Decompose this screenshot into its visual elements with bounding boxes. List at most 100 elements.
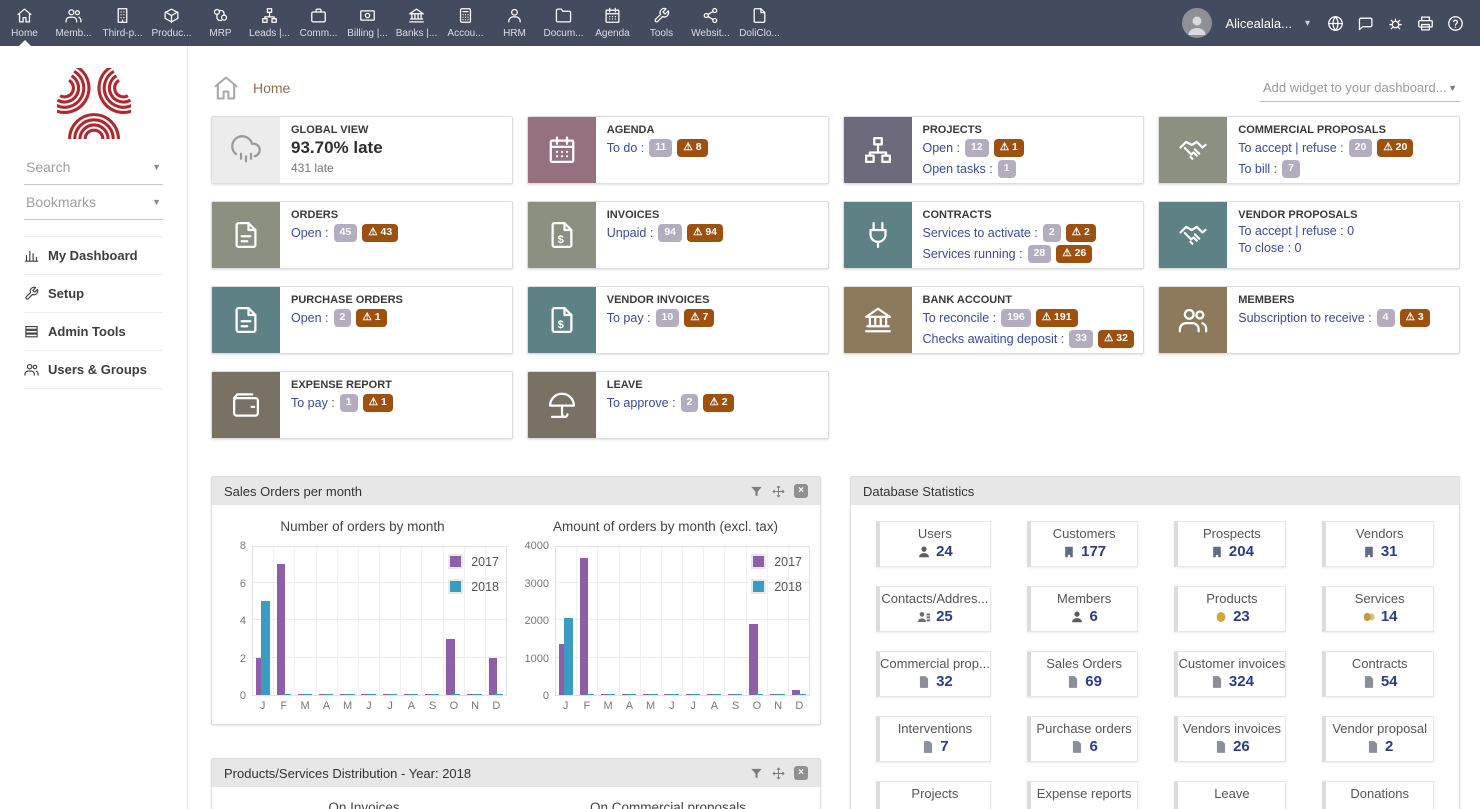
top-menu-hrm[interactable]: HRM xyxy=(490,0,539,46)
late-badge[interactable]: ⚠ 3 xyxy=(1400,309,1430,327)
bookmarks-select[interactable]: Bookmarks ▼ xyxy=(24,185,163,220)
stat-card-purchase-orders[interactable]: Purchase orders6 xyxy=(1027,716,1139,762)
widget-agenda[interactable]: AGENDATo do :11⚠ 8 xyxy=(527,116,829,184)
stat-card-projects[interactable]: Projects xyxy=(876,781,991,809)
late-badge[interactable]: ⚠ 26 xyxy=(1056,245,1092,263)
widget-stat-line[interactable]: Open :12⚠ 1 xyxy=(923,139,1133,157)
late-badge[interactable]: ⚠ 43 xyxy=(362,224,398,242)
help-icon[interactable] xyxy=(1447,15,1464,32)
top-menu-produc[interactable]: Produc... xyxy=(147,0,196,46)
stat-card-vendors[interactable]: Vendors31 xyxy=(1322,521,1434,567)
chevron-down-icon[interactable]: ▾ xyxy=(1305,18,1310,29)
widget-stat-line[interactable]: To close : 0 xyxy=(1238,241,1448,255)
top-menu-billing[interactable]: Billing |... xyxy=(343,0,392,46)
search-select[interactable]: Search ▼ xyxy=(24,150,163,185)
widget-stat-line[interactable]: To bill :7 xyxy=(1238,160,1448,178)
widget-stat-line[interactable]: Subscription to receive :4⚠ 3 xyxy=(1238,309,1448,327)
home-icon[interactable] xyxy=(211,74,241,102)
late-badge[interactable]: ⚠ 94 xyxy=(687,224,723,242)
top-menu-home[interactable]: Home xyxy=(0,0,49,46)
widget-expense-report[interactable]: EXPENSE REPORTTo pay :1⚠ 1 xyxy=(211,371,513,439)
sidebar-item-my-dashboard[interactable]: My Dashboard xyxy=(24,236,163,275)
late-badge[interactable]: ⚠ 32 xyxy=(1098,330,1134,348)
breadcrumb-label[interactable]: Home xyxy=(253,80,290,96)
count-badge[interactable]: 12 xyxy=(965,139,989,157)
top-menu-mrp[interactable]: MRP xyxy=(196,0,245,46)
widget-stat-line[interactable]: To do :11⚠ 8 xyxy=(607,139,817,157)
printer-icon[interactable] xyxy=(1417,15,1434,32)
count-badge[interactable]: 4 xyxy=(1377,309,1395,327)
filter-icon[interactable] xyxy=(750,767,763,780)
top-menu-comm[interactable]: Comm... xyxy=(294,0,343,46)
count-badge[interactable]: 94 xyxy=(658,224,682,242)
widget-stat-line[interactable]: Open :2⚠ 1 xyxy=(291,309,501,327)
widget-leave[interactable]: LEAVETo approve :2⚠ 2 xyxy=(527,371,829,439)
late-badge[interactable]: ⚠ 1 xyxy=(356,309,386,327)
widget-stat-line[interactable]: Open tasks :1 xyxy=(923,160,1133,178)
bug-icon[interactable] xyxy=(1387,15,1404,32)
widget-vendor-invoices[interactable]: $VENDOR INVOICESTo pay :10⚠ 7 xyxy=(527,286,829,354)
top-menu-accou[interactable]: Accou... xyxy=(441,0,490,46)
widget-stat-line[interactable]: To pay :1⚠ 1 xyxy=(291,394,501,412)
late-badge[interactable]: ⚠ 7 xyxy=(684,309,714,327)
widget-stat-line[interactable]: To approve :2⚠ 2 xyxy=(607,394,817,412)
late-badge[interactable]: ⚠ 2 xyxy=(703,394,733,412)
stat-card-sales-orders[interactable]: Sales Orders69 xyxy=(1027,651,1139,697)
count-badge[interactable]: 7 xyxy=(1282,160,1300,178)
widget-members[interactable]: MEMBERSSubscription to receive :4⚠ 3 xyxy=(1158,286,1460,354)
count-badge[interactable]: 1 xyxy=(998,160,1016,178)
stat-card-leave[interactable]: Leave xyxy=(1174,781,1286,809)
move-icon[interactable] xyxy=(772,767,785,780)
late-badge[interactable]: ⚠ 191 xyxy=(1036,309,1078,327)
stat-card-interventions[interactable]: Interventions7 xyxy=(876,716,991,762)
count-badge[interactable]: 196 xyxy=(1001,309,1031,327)
top-menu-docum[interactable]: Docum... xyxy=(539,0,588,46)
stat-card-donations[interactable]: Donations xyxy=(1322,781,1434,809)
late-badge[interactable]: ⚠ 2 xyxy=(1066,224,1096,242)
count-badge[interactable]: 20 xyxy=(1349,139,1373,157)
count-badge[interactable]: 2 xyxy=(1043,224,1061,242)
widget-stat-line[interactable]: Services running :28⚠ 26 xyxy=(923,245,1133,263)
stat-card-contacts-addres[interactable]: Contacts/Addres...25 xyxy=(876,586,991,632)
top-menu-banks[interactable]: Banks |... xyxy=(392,0,441,46)
widget-stat-line[interactable]: To pay :10⚠ 7 xyxy=(607,309,817,327)
stat-card-products[interactable]: Products23 xyxy=(1174,586,1286,632)
widget-stat-line[interactable]: To accept | refuse :20⚠ 20 xyxy=(1238,139,1448,157)
filter-icon[interactable] xyxy=(750,485,763,498)
widget-purchase-orders[interactable]: PURCHASE ORDERSOpen :2⚠ 1 xyxy=(211,286,513,354)
count-badge[interactable]: 28 xyxy=(1028,245,1052,263)
widget-vendor-proposals[interactable]: VENDOR PROPOSALSTo accept | refuse : 0To… xyxy=(1158,201,1460,269)
widget-stat-line[interactable]: Open :45⚠ 43 xyxy=(291,224,501,242)
count-badge[interactable]: 1 xyxy=(340,394,358,412)
sidebar-item-admin-tools[interactable]: Admin Tools xyxy=(24,313,163,351)
widget-stat-line[interactable]: Checks awaiting deposit :33⚠ 32 xyxy=(923,330,1133,348)
count-badge[interactable]: 33 xyxy=(1069,330,1093,348)
add-widget-select[interactable]: Add widget to your dashboard... ▼ xyxy=(1260,74,1460,102)
widget-invoices[interactable]: $INVOICESUnpaid :94⚠ 94 xyxy=(527,201,829,269)
stat-card-users[interactable]: Users24 xyxy=(876,521,991,567)
globe-icon[interactable] xyxy=(1327,15,1344,32)
top-menu-memb[interactable]: Memb... xyxy=(49,0,98,46)
stat-card-members[interactable]: Members6 xyxy=(1027,586,1139,632)
stat-card-prospects[interactable]: Prospects204 xyxy=(1174,521,1286,567)
widget-stat-line[interactable]: Unpaid :94⚠ 94 xyxy=(607,224,817,242)
count-badge[interactable]: 2 xyxy=(334,309,352,327)
top-menu-tools[interactable]: Tools xyxy=(637,0,686,46)
sidebar-item-users-groups[interactable]: Users & Groups xyxy=(24,351,163,389)
widget-commercial-proposals[interactable]: COMMERCIAL PROPOSALSTo accept | refuse :… xyxy=(1158,116,1460,184)
stat-card-services[interactable]: Services14 xyxy=(1322,586,1434,632)
top-menu-third-p[interactable]: Third-p... xyxy=(98,0,147,46)
top-menu-doliclo[interactable]: DoliClo... xyxy=(735,0,784,46)
late-badge[interactable]: ⚠ 1 xyxy=(994,139,1024,157)
late-badge[interactable]: ⚠ 20 xyxy=(1377,139,1413,157)
top-menu-agenda[interactable]: Agenda xyxy=(588,0,637,46)
sidebar-item-setup[interactable]: Setup xyxy=(24,275,163,313)
widget-orders[interactable]: ORDERSOpen :45⚠ 43 xyxy=(211,201,513,269)
stat-card-vendors-invoices[interactable]: Vendors invoices26 xyxy=(1174,716,1286,762)
widget-bank-account[interactable]: BANK ACCOUNTTo reconcile :196⚠ 191Checks… xyxy=(843,286,1145,354)
user-avatar[interactable] xyxy=(1182,8,1212,38)
stat-card-vendor-proposal[interactable]: Vendor proposal2 xyxy=(1322,716,1434,762)
close-icon[interactable]: × xyxy=(794,766,808,780)
count-badge[interactable]: 45 xyxy=(334,224,358,242)
move-icon[interactable] xyxy=(772,485,785,498)
